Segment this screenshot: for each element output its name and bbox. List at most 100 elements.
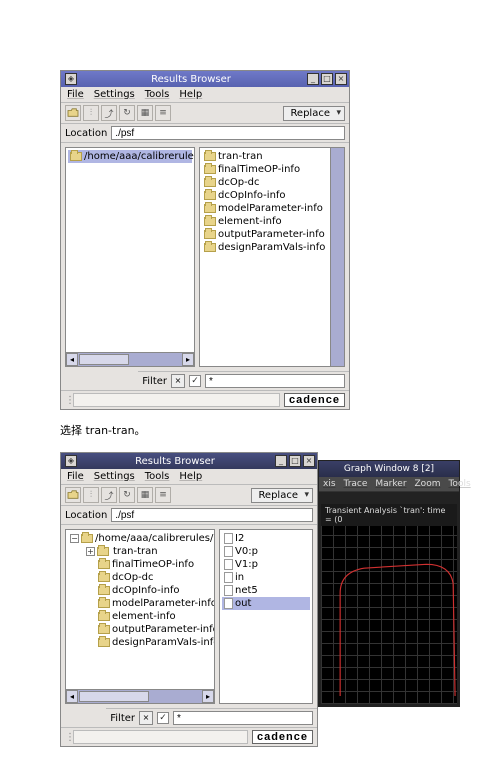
file-icon [224,572,233,583]
tree-item[interactable]: designParamVals-info [68,636,212,649]
file-icon [224,598,233,609]
filter-checkbox[interactable]: ✓ [189,375,201,387]
filter-clear-button[interactable]: ⨯ [171,374,185,388]
statusbar: ⋮ cadence [61,390,349,409]
graph-titlebar[interactable]: Graph Window 8 [2] [319,461,459,477]
titlebar[interactable]: ◈ Results Browser _ □ × [61,71,349,87]
filter-input[interactable] [205,374,345,388]
sysmenu-icon[interactable]: ◈ [65,73,77,85]
folder-icon [204,230,216,239]
tree-item[interactable]: +tran-tran [68,545,212,558]
folder-icon [204,204,216,213]
tool-grid-icon[interactable]: ▦ [137,487,153,503]
result-item[interactable]: modelParameter-info [202,202,328,215]
sysmenu-icon[interactable]: ◈ [65,455,77,467]
result-item[interactable]: dcOp-dc [202,176,328,189]
file-icon [224,559,233,570]
left-hscroll[interactable]: ◂ ▸ [66,352,194,366]
result-item[interactable]: finalTimeOP-info [202,163,328,176]
folder-icon [204,217,216,226]
tool-grid-icon[interactable]: ▦ [137,105,153,121]
tool-chart-icon[interactable]: ⫶ [83,105,99,121]
filter-clear-button[interactable]: ⨯ [139,711,153,725]
toolbar: ⫶ ⤴ ↻ ▦ ≡ Replace [61,103,349,124]
tool-refresh-icon[interactable]: ↻ [119,487,135,503]
menu-marker[interactable]: Marker [375,479,406,489]
maximize-button[interactable]: □ [289,455,301,467]
tool-export-icon[interactable]: ⤴ [101,105,117,121]
minimize-button[interactable]: _ [307,73,319,85]
tool-refresh-icon[interactable]: ↻ [119,105,135,121]
tree-path-row[interactable]: /home/aaa/calibrerules/invpe [68,150,192,163]
folder-icon [98,599,110,608]
menu-file[interactable]: File [67,89,84,100]
menu-axis[interactable]: xis [323,479,336,489]
tool-export-icon[interactable]: ⤴ [101,487,117,503]
menu-settings[interactable]: Settings [94,89,135,100]
collapse-icon[interactable]: − [70,534,79,543]
graph-window: Graph Window 8 [2] xis Trace Marker Zoom… [318,460,460,707]
folder-icon [204,178,216,187]
tree-item[interactable]: dcOpInfo-info [68,584,212,597]
signal-item[interactable]: out [222,597,310,610]
menu-tools[interactable]: Tools [145,471,170,482]
mode-combo[interactable]: Replace [283,106,345,121]
statusbar: ⋮ cadence [61,727,317,746]
signal-item[interactable]: in [222,571,310,584]
tool-chart-icon[interactable]: ⫶ [83,487,99,503]
result-item[interactable]: element-info [202,215,328,228]
file-icon [224,533,233,544]
filter-checkbox[interactable]: ✓ [157,712,169,724]
tree-item[interactable]: outputParameter-info [68,623,212,636]
result-item[interactable]: dcOpInfo-info [202,189,328,202]
close-button[interactable]: × [335,73,347,85]
menu-file[interactable]: File [67,471,84,482]
filter-input[interactable] [173,711,313,725]
menu-trace[interactable]: Trace [344,479,368,489]
menu-help[interactable]: Help [179,89,202,100]
brand-logo: cadence [252,730,313,744]
tree-item[interactable]: element-info [68,610,212,623]
tree-root-row[interactable]: − /home/aaa/calibrerules/invpe [68,532,212,545]
file-icon [224,585,233,596]
location-input[interactable] [111,508,313,522]
mode-combo[interactable]: Replace [251,488,313,503]
menu-tools[interactable]: Tools [448,479,470,489]
open-button[interactable] [65,105,81,121]
expand-icon[interactable]: + [86,547,95,556]
tree-item[interactable]: dcOp-dc [68,571,212,584]
result-item[interactable]: outputParameter-info [202,228,328,241]
signal-item[interactable]: V1:p [222,558,310,571]
menu-tools[interactable]: Tools [145,89,170,100]
titlebar[interactable]: ◈ Results Browser _ □ × [61,453,317,469]
menu-help[interactable]: Help [179,471,202,482]
left-pane: − /home/aaa/calibrerules/invpe +tran-tra… [65,529,215,704]
signal-item[interactable]: V0:p [222,545,310,558]
tree-item[interactable]: finalTimeOP-info [68,558,212,571]
tree-item[interactable]: modelParameter-info [68,597,212,610]
maximize-button[interactable]: □ [321,73,333,85]
plot-area[interactable] [321,526,457,704]
brand-logo: cadence [284,393,345,407]
close-button[interactable]: × [303,455,315,467]
menubar: File Settings Tools Help [61,87,349,103]
menu-zoom[interactable]: Zoom [415,479,441,489]
tool-list-icon[interactable]: ≡ [155,105,171,121]
status-field [73,730,248,744]
grip-icon: ⋮ [65,732,73,743]
result-item[interactable]: designParamVals-info [202,241,328,254]
open-button[interactable] [65,487,81,503]
signal-item[interactable]: I2 [222,532,310,545]
location-input[interactable] [111,126,345,140]
result-item[interactable]: tran-tran [202,150,328,163]
location-row: Location [61,124,349,143]
caption: 选择 tran-tran。 [60,422,470,438]
signal-item[interactable]: net5 [222,584,310,597]
menu-settings[interactable]: Settings [94,471,135,482]
minimize-button[interactable]: _ [275,455,287,467]
menubar: File Settings Tools Help [61,469,317,485]
left-hscroll[interactable]: ◂ ▸ [66,689,214,703]
tool-list-icon[interactable]: ≡ [155,487,171,503]
folder-icon [98,638,110,647]
right-vscroll[interactable] [330,148,344,366]
